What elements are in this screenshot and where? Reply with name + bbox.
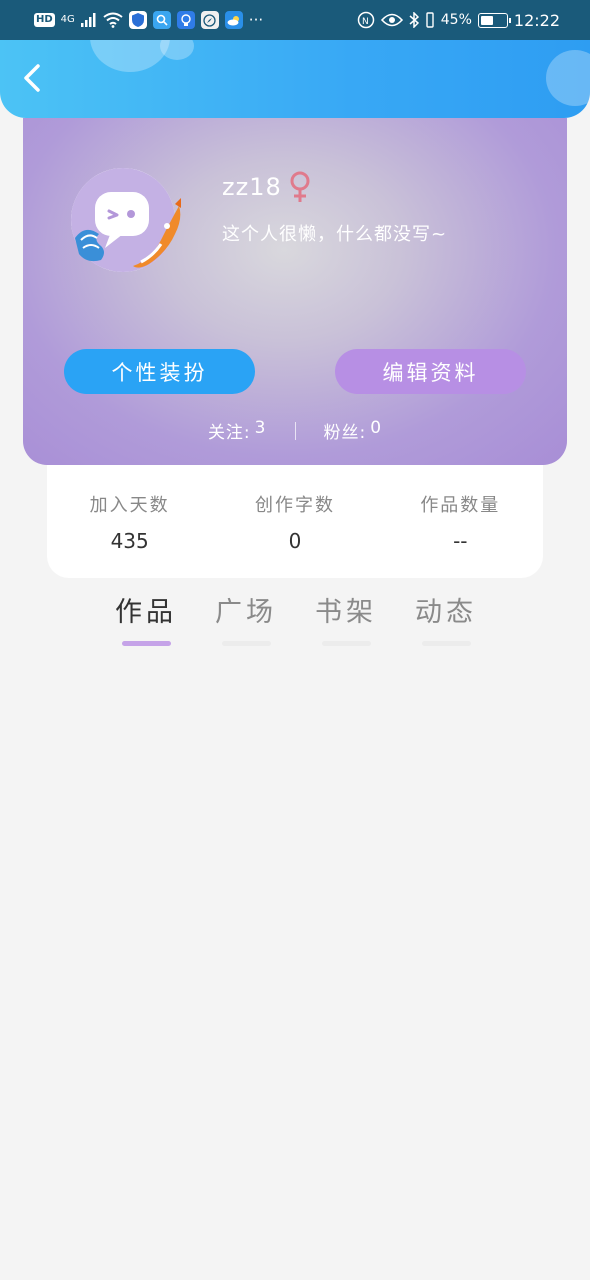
stat-works-count: 作品数量 --	[378, 465, 543, 578]
header-bar	[0, 40, 590, 118]
stat-word-count: 创作字数 0	[212, 465, 377, 578]
following-link[interactable]: 关注: 3	[208, 418, 267, 443]
tab-works[interactable]: 作品	[96, 593, 196, 646]
stat-label: 作品数量	[420, 495, 501, 516]
vibrate-icon	[426, 12, 434, 28]
status-bar-left: HD 4G ···	[34, 11, 263, 29]
battery-percent: 45%	[440, 12, 472, 28]
network-type: 4G	[60, 14, 75, 25]
stat-value: 0	[288, 529, 302, 553]
tab-label: 广场	[215, 597, 277, 628]
tab-indicator	[221, 641, 271, 646]
tab-activity[interactable]: 动态	[396, 593, 496, 646]
weather-app-icon	[224, 11, 243, 29]
avatar-chat-koi-image	[71, 168, 181, 272]
follow-stats-row: 关注: 3 粉丝: 0	[23, 418, 567, 443]
female-icon	[290, 171, 310, 202]
header-bubble-decoration	[546, 50, 590, 106]
tab-indicator	[121, 641, 171, 646]
tab-label: 作品	[115, 597, 177, 628]
stat-label: 创作字数	[254, 495, 335, 516]
profile-card: zz18 这个人很懒，什么都没写~ 个性装扮 编辑资料 关注: 3 粉丝: 0	[23, 118, 567, 465]
nfc-icon: N	[357, 11, 375, 29]
svg-text:N: N	[362, 17, 369, 27]
edit-profile-button[interactable]: 编辑资料	[335, 349, 526, 394]
tab-bar: 作品 广场 书架 动态	[96, 593, 496, 646]
tab-label: 动态	[415, 597, 477, 628]
following-label: 关注:	[207, 423, 251, 443]
eye-icon	[380, 13, 403, 27]
stat-value: 435	[110, 529, 149, 553]
stat-join-days: 加入天数 435	[47, 465, 212, 578]
user-bio: 这个人很懒，什么都没写~	[222, 224, 448, 245]
back-arrow-icon	[24, 64, 40, 92]
more-notifications-icon: ···	[248, 11, 264, 29]
lightbulb-app-icon	[176, 11, 195, 29]
divider	[294, 421, 296, 440]
stats-card: 加入天数 435 创作字数 0 作品数量 --	[47, 465, 543, 578]
tab-label: 书架	[315, 597, 377, 628]
status-bar-right: N 45% 12:22	[357, 11, 560, 30]
battery-icon	[477, 12, 511, 28]
followers-label: 粉丝:	[323, 423, 367, 443]
tab-bookshelf[interactable]: 书架	[296, 593, 396, 646]
username: zz18	[222, 173, 282, 201]
clock: 12:22	[513, 10, 560, 30]
bluetooth-icon	[409, 12, 419, 28]
search-app-icon	[152, 11, 171, 29]
shield-app-icon	[128, 11, 147, 29]
status-bar: HD 4G ··· N 45% 12:22	[0, 0, 590, 40]
compass-app-icon	[200, 11, 219, 29]
tab-indicator	[321, 641, 371, 646]
wifi-icon	[103, 12, 123, 28]
hd-indicator: HD	[34, 13, 55, 27]
back-button[interactable]	[14, 60, 50, 96]
dress-up-button[interactable]: 个性装扮	[64, 349, 255, 394]
stat-value: --	[453, 529, 468, 553]
content-area	[0, 660, 590, 1280]
tab-square[interactable]: 广场	[196, 593, 296, 646]
followers-link[interactable]: 粉丝: 0	[324, 418, 383, 443]
header-bubble-decoration	[90, 40, 170, 72]
header-bubble-decoration	[160, 40, 194, 60]
stat-label: 加入天数	[89, 495, 170, 516]
avatar[interactable]	[71, 168, 181, 272]
followers-count: 0	[370, 418, 383, 438]
signal-icon	[80, 13, 96, 27]
tab-indicator	[421, 641, 471, 646]
following-count: 3	[254, 418, 267, 438]
